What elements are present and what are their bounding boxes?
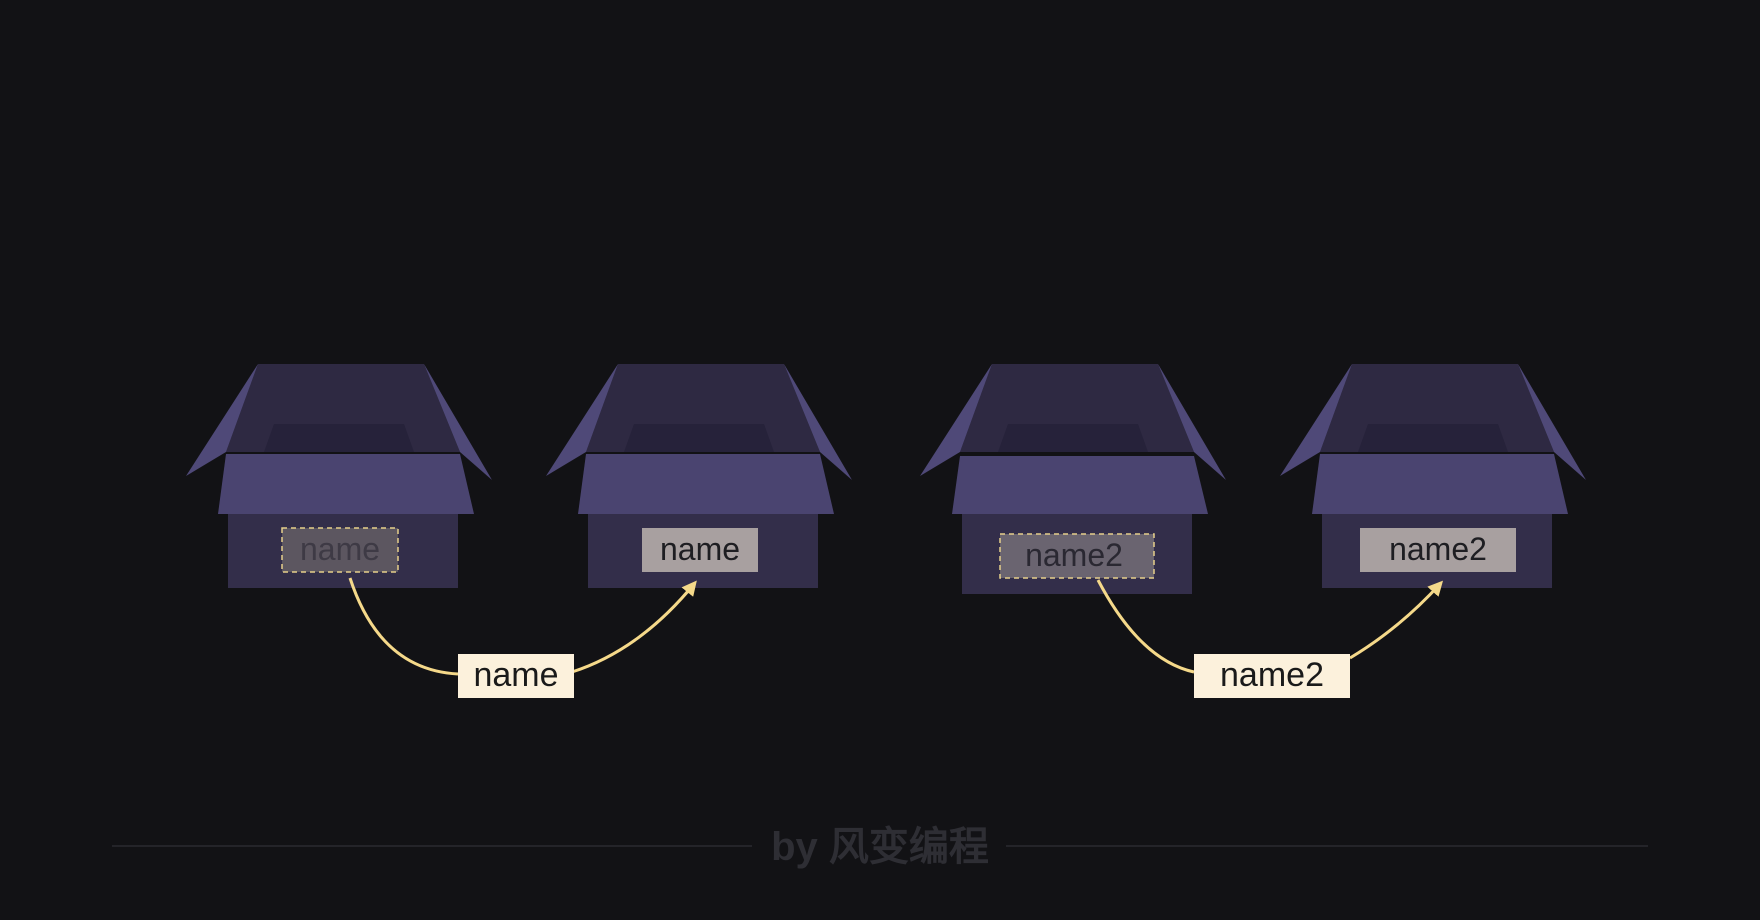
arrow-1-label: name	[473, 656, 558, 694]
arrow-1-curve	[348, 577, 459, 676]
arrow-2-curve-head	[1349, 580, 1444, 660]
box-3-tag-label: name2	[1025, 537, 1123, 573]
arrow-2-label: name2	[1220, 656, 1324, 694]
box-4-tag-label: name2	[1389, 531, 1487, 567]
box-2-tag-label: name	[660, 531, 740, 567]
box-3: name2	[920, 364, 1226, 594]
box-2: name	[546, 364, 852, 588]
footer-credit: by 风变编程	[771, 825, 989, 869]
box-1-tag-label: name	[300, 531, 380, 567]
arrow-2: name2	[1096, 579, 1444, 698]
diagram-canvas: name name name2 name2 name name2 by 风变编程	[112, 364, 1648, 869]
arrow-1: name	[348, 577, 697, 698]
box-4: name2	[1280, 364, 1586, 588]
footer: by 风变编程	[112, 825, 1648, 869]
arrow-1-curve-head	[571, 580, 697, 674]
box-1: name	[186, 364, 492, 588]
